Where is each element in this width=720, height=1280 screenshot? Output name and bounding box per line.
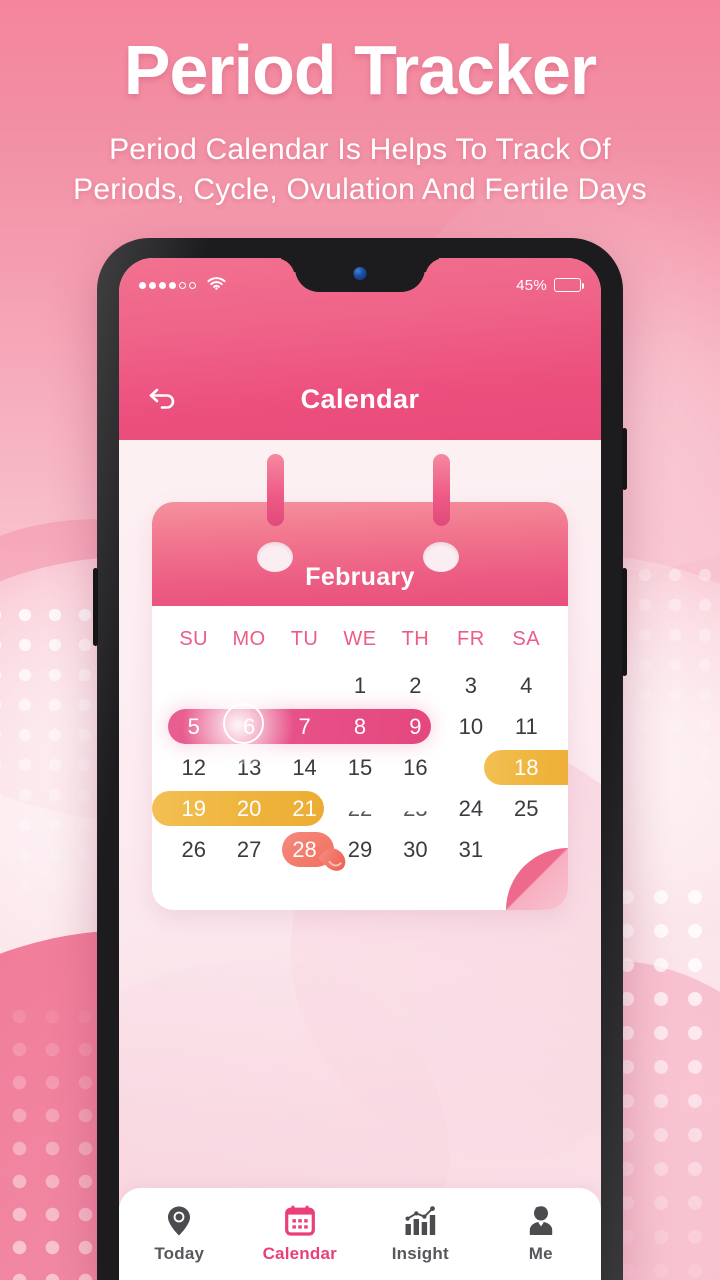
- calendar-day[interactable]: 2: [388, 665, 443, 706]
- calendar-ring-hole-right: [423, 542, 459, 572]
- weekday-sa: SA: [512, 628, 541, 650]
- page-title: Calendar: [300, 383, 420, 414]
- weekday-tu: TU: [290, 628, 319, 650]
- calendar-day[interactable]: 21: [277, 788, 332, 829]
- tab-label-calendar: Calendar: [262, 1243, 337, 1263]
- calendar-day[interactable]: 13: [221, 747, 276, 788]
- wifi-icon: [207, 276, 226, 294]
- tab-label-insight: Insight: [391, 1243, 449, 1263]
- weekday-su: SU: [179, 628, 209, 650]
- calendar-ring-left: [267, 454, 284, 526]
- tab-calendar[interactable]: Calendar: [240, 1205, 361, 1264]
- calendar-day[interactable]: 14: [277, 747, 332, 788]
- promo-header: Period Tracker Period Calendar Is Helps …: [0, 31, 720, 211]
- calendar-day-today[interactable]: 6: [221, 706, 276, 747]
- phone-side-button-left: [93, 568, 98, 646]
- calendar-day[interactable]: 25: [499, 788, 554, 829]
- person-icon: [527, 1205, 555, 1237]
- calendar-day[interactable]: 19: [166, 788, 221, 829]
- calendar-ring-hole-left: [257, 542, 293, 572]
- calendar-day[interactable]: 20: [221, 788, 276, 829]
- front-camera-icon: [353, 267, 367, 280]
- bar-chart-icon: [404, 1205, 436, 1237]
- nav-title-row: Calendar: [119, 376, 601, 422]
- calendar-week-row: 1 2 3 4: [166, 665, 554, 706]
- calendar-month-label: February: [305, 563, 415, 591]
- tab-today[interactable]: Today: [119, 1205, 240, 1264]
- phone-screen: 45% Calendar February SU MO TU WE TH FR …: [119, 258, 601, 1280]
- calendar-day[interactable]: 1: [332, 665, 387, 706]
- status-bar-left: [139, 276, 226, 294]
- calendar-day[interactable]: 5: [166, 706, 221, 747]
- calendar-ring-right: [433, 454, 450, 526]
- weekday-fr: FR: [457, 628, 485, 650]
- calendar-day[interactable]: 24: [443, 788, 498, 829]
- battery-percent-label: 45%: [516, 276, 547, 294]
- calendar-day[interactable]: 16: [388, 747, 443, 788]
- tab-insight[interactable]: Insight: [360, 1205, 481, 1264]
- promo-subtitle-line1: Period Calendar Is Helps To Track Of: [109, 132, 611, 166]
- tab-me[interactable]: Me: [481, 1205, 602, 1264]
- calendar-week-row: 5 6 7 8 9 10 11: [166, 686, 554, 764]
- app-body: February SU MO TU WE TH FR SA 1 2 3 4 5 …: [119, 440, 601, 1280]
- calendar-day[interactable]: 18: [499, 747, 554, 788]
- back-button[interactable]: [141, 379, 185, 419]
- calendar-icon: [284, 1205, 315, 1237]
- calendar-week-row: 19 20 21 22 23 24 25: [152, 788, 554, 829]
- calendar-day[interactable]: 11: [499, 706, 554, 747]
- calendar-day[interactable]: 12: [166, 747, 221, 788]
- calendar-day[interactable]: 17: [443, 747, 498, 788]
- calendar-widget: February SU MO TU WE TH FR SA 1 2 3 4 5 …: [152, 454, 568, 910]
- calendar-day[interactable]: 8: [332, 706, 387, 747]
- calendar-day[interactable]: 9: [388, 706, 443, 747]
- status-bar-right: 45%: [516, 276, 585, 294]
- calendar-day[interactable]: 4: [499, 665, 554, 706]
- calendar-day[interactable]: 27: [221, 829, 276, 870]
- back-arrow-icon: [149, 388, 175, 409]
- calendar-day[interactable]: 10: [443, 706, 498, 747]
- calendar-day[interactable]: 23: [388, 788, 443, 829]
- calendar-day[interactable]: 22: [332, 788, 387, 829]
- calendar-week-row: 26 27 28 29 30 31: [166, 829, 554, 876]
- calendar-day[interactable]: 30: [388, 829, 443, 870]
- phone-mockup: 45% Calendar February SU MO TU WE TH FR …: [93, 238, 627, 1280]
- phone-side-button-power: [622, 568, 627, 676]
- calendar-day[interactable]: 15: [332, 747, 387, 788]
- calendar-day[interactable]: 3: [443, 665, 498, 706]
- weekday-we: WE: [343, 628, 377, 650]
- calendar-day[interactable]: 26: [166, 829, 221, 870]
- tab-label-today: Today: [154, 1243, 205, 1263]
- phone-side-button-volume: [622, 428, 627, 490]
- promo-title: Period Tracker: [123, 31, 597, 109]
- calendar-day[interactable]: 7: [277, 706, 332, 747]
- calendar-grid: SU MO TU WE TH FR SA 1 2 3 4 5 6 7 8 9 1…: [152, 606, 568, 910]
- calendar-month-header: February: [152, 502, 568, 606]
- location-pin-icon: [165, 1205, 193, 1237]
- promo-subtitle: Period Calendar Is Helps To Track Of Per…: [0, 130, 720, 211]
- phone-notch: [295, 258, 425, 292]
- weekday-mo: MO: [232, 628, 266, 650]
- calendar-weekday-row: SU MO TU WE TH FR SA: [166, 622, 554, 657]
- calendar-week-row: 12 13 14 15 16 17 18: [166, 747, 568, 788]
- bottom-tab-bar: Today Calendar Insight Me: [119, 1188, 601, 1280]
- tab-label-me: Me: [528, 1243, 553, 1263]
- battery-icon: [554, 278, 585, 292]
- promo-subtitle-line2: Periods, Cycle, Ovulation And Fertile Da…: [73, 173, 647, 206]
- weekday-th: TH: [401, 628, 430, 650]
- signal-dots-icon: [139, 281, 196, 289]
- calendar-card: February SU MO TU WE TH FR SA 1 2 3 4 5 …: [152, 502, 568, 910]
- promo-screenshot: Period Tracker Period Calendar Is Helps …: [0, 0, 720, 1280]
- calendar-day[interactable]: 31: [443, 829, 498, 870]
